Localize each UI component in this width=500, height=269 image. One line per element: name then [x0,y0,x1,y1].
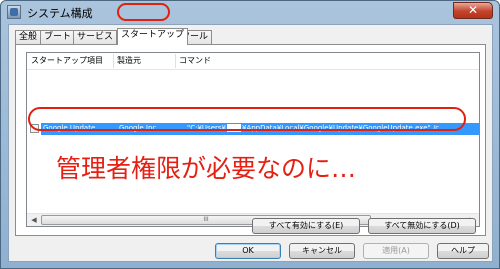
msconfig-app-icon [7,5,21,19]
list-header: スタートアップ項目 製造元 コマンド [27,53,479,70]
cancel-button[interactable]: キャンセル [289,243,355,259]
highlight-ring-startup-tab [117,3,170,21]
system-configuration-window: システム構成 ✕ 全般 ブート サービス スタートアップ ツール スタートアップ… [0,0,500,269]
column-header-command[interactable]: コマンド [179,55,211,66]
dialog-body: 全般 ブート サービス スタートアップ ツール スタートアップ項目 製造元 コマ… [8,24,493,262]
startup-tab-panel: スタートアップ項目 製造元 コマンド Google Update Google … [15,44,486,236]
enable-all-button[interactable]: すべて有効にする(E) [252,218,360,234]
help-button[interactable]: ヘルプ [437,243,489,259]
tab-general[interactable]: 全般 [15,30,42,44]
admin-rights-annotation: 管理者権限が必要なのに… [56,154,357,183]
tab-boot[interactable]: ブート [40,30,76,44]
scroll-left-arrow-icon[interactable]: ◀ [28,215,40,226]
ok-button[interactable]: OK [215,243,281,259]
title-bar[interactable]: システム構成 ✕ [1,1,499,23]
column-header-startup-item[interactable]: スタートアップ項目 [31,55,103,66]
highlight-ring-google-update-row [28,107,466,131]
column-divider[interactable] [175,54,176,68]
startup-items-list[interactable]: スタートアップ項目 製造元 コマンド Google Update Google … [26,52,480,227]
tab-services[interactable]: サービス [73,30,118,44]
apply-button: 適用(A) [363,243,429,259]
tab-startup[interactable]: スタートアップ [117,28,189,45]
column-divider[interactable] [113,54,114,68]
window-title: システム構成 [27,7,93,20]
column-header-manufacturer[interactable]: 製造元 [117,55,141,66]
disable-all-button[interactable]: すべて無効にする(D) [368,218,476,234]
close-button[interactable]: ✕ [453,2,493,19]
